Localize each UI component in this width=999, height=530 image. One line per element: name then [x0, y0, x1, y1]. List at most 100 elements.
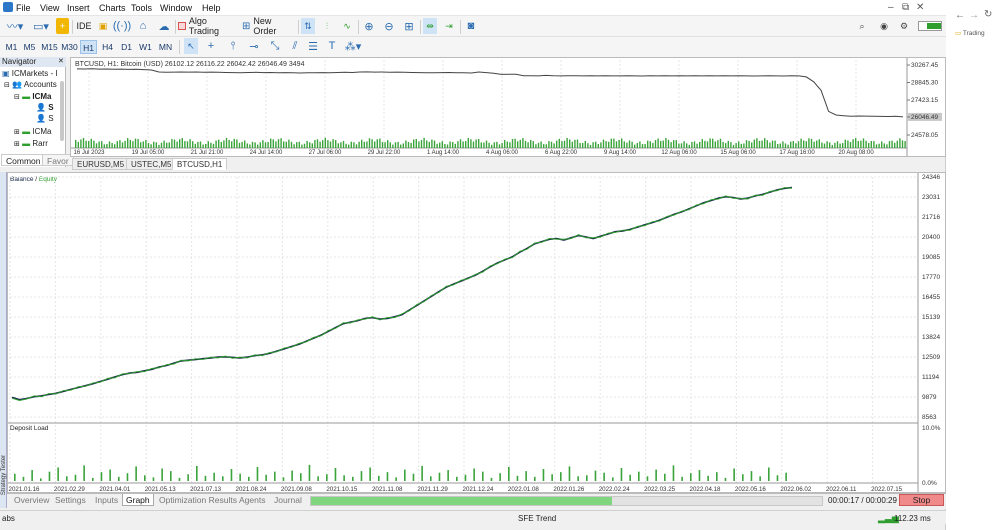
settings-icon[interactable]: ⚙ [898, 18, 910, 34]
timeframe-m30[interactable]: M30 [60, 40, 79, 54]
volume-bar [449, 141, 451, 148]
vertical-line-icon[interactable]: ⫯ [226, 38, 240, 54]
zoom-in-icon[interactable]: ⊕ [362, 18, 376, 34]
one-click-icon[interactable]: ∿ [340, 18, 354, 34]
close-icon[interactable]: ✕ [916, 2, 924, 13]
navigator-scrollbar[interactable] [60, 81, 64, 141]
market-icon[interactable]: ⌂ [136, 18, 150, 34]
nav-raw[interactable]: ⊞ ▬ Rarr [14, 139, 48, 148]
text-icon[interactable]: T [325, 38, 339, 54]
menu-tools[interactable]: Tools [131, 3, 152, 13]
menu-help[interactable]: Help [202, 3, 221, 13]
minimize-icon[interactable]: – [888, 2, 894, 13]
crosshair-icon[interactable]: + [204, 38, 218, 54]
volume-bar [452, 142, 454, 148]
elapsed-time: 00:00:17 / 00:00:29 [828, 496, 897, 505]
volume-bar [223, 140, 225, 148]
tab-graph[interactable]: Graph [122, 494, 154, 506]
signals-icon[interactable]: ((·)) [113, 18, 131, 34]
profiles-icon[interactable]: ▭▾ [29, 18, 53, 34]
nav-account-1[interactable]: ⊟ ▬ ICMa [14, 92, 51, 101]
volume-bar [132, 141, 134, 148]
timeframe-w1[interactable]: W1 [137, 40, 154, 54]
volume-bar [150, 144, 152, 148]
navigator-tab-common[interactable]: Common [1, 154, 46, 166]
nav-broker[interactable]: ▣ ICMarkets - I [2, 69, 58, 78]
cursor-icon[interactable]: ↖ [184, 38, 198, 54]
balance-axis-label: 11194 [922, 374, 939, 381]
timeframe-m15[interactable]: M15 [40, 40, 59, 54]
menu-window[interactable]: Window [160, 3, 192, 13]
account-icon[interactable]: ◉ [878, 18, 890, 34]
chart-tab-btcusd[interactable]: BTCUSD,H1 [172, 158, 228, 170]
nav-account-2[interactable]: ⊞ ▬ ICMa [14, 127, 51, 136]
deposit-load-bar [776, 475, 779, 481]
chart-type-icon[interactable]: 〰▾ [3, 18, 27, 34]
back-arrow-icon[interactable]: ← [955, 10, 965, 21]
screenshot-icon[interactable]: ◙ [464, 18, 478, 34]
new-order-button[interactable]: ⊞ New Order [242, 16, 296, 36]
nav-subitem-2[interactable]: 👤 S [36, 114, 54, 123]
chart-tab-ustec[interactable]: USTEC,M5 [126, 158, 177, 170]
new-chart-icon[interactable]: + [56, 18, 69, 34]
menu-insert[interactable]: Insert [67, 3, 90, 13]
restore-icon[interactable]: ⧉ [902, 2, 909, 13]
forward-arrow-icon[interactable]: → [969, 10, 979, 21]
auto-scroll-icon[interactable]: ⇹ [423, 18, 437, 34]
tab-optimization-results[interactable]: Optimization Results [156, 494, 240, 506]
volume-bar [797, 141, 800, 148]
menu-view[interactable]: View [40, 3, 59, 13]
refresh-icon[interactable]: ↻ [984, 9, 992, 20]
trend-line-icon[interactable]: ⤡ [268, 38, 282, 54]
volume-bar [584, 140, 586, 148]
depth-of-market-icon[interactable]: ⇅ [301, 18, 315, 34]
tab-overview[interactable]: Overview [11, 494, 52, 506]
lock-icon[interactable]: ▣ [96, 18, 110, 34]
chart-tab-eurusd[interactable]: EURUSD,M5 [72, 158, 130, 170]
fibonacci-icon[interactable]: ☰ [306, 38, 320, 54]
tester-graph[interactable]: Balance / Equity Deposit Load 24346 23031… [7, 172, 946, 493]
shapes-icon[interactable]: ⁂▾ [342, 38, 364, 54]
timeframe-h4[interactable]: H4 [99, 40, 116, 54]
stop-button[interactable]: Stop [899, 494, 944, 506]
search-icon[interactable]: ⌕ [856, 18, 868, 34]
volume-bar [379, 138, 381, 148]
timeframe-mn[interactable]: MN [156, 40, 175, 54]
trading-tab[interactable]: ▭ Trading [955, 29, 985, 37]
volume-bar [654, 140, 657, 148]
volume-bar [855, 138, 857, 148]
account-2-label: ICMa [32, 127, 52, 136]
timeframe-m5[interactable]: M5 [21, 40, 38, 54]
vps-icon[interactable]: ☁ [157, 18, 171, 34]
trade-levels-icon[interactable]: ⫶ [320, 18, 334, 34]
deposit-load-bar [187, 474, 189, 481]
volume-bar [587, 143, 589, 148]
menu-file[interactable]: File [16, 3, 31, 13]
volume-bar [665, 137, 667, 148]
timeframe-d1[interactable]: D1 [118, 40, 135, 54]
nav-accounts[interactable]: ⊟ 👥 Accounts [4, 80, 57, 89]
navigator-tab-favorites[interactable]: Favor [42, 154, 74, 166]
volume-bar [878, 143, 880, 148]
navigator-close-icon[interactable]: ✕ [58, 57, 64, 65]
subitem-1-label: S [48, 103, 54, 112]
tab-journal[interactable]: Journal [271, 494, 305, 506]
timeframe-m1[interactable]: M1 [3, 40, 20, 54]
horizontal-line-icon[interactable]: ⊸ [247, 38, 261, 54]
price-chart[interactable]: BTCUSD, H1: Bitcoin (USD) 26102.12 26116… [70, 57, 946, 157]
price-line [76, 68, 904, 118]
menu-charts[interactable]: Charts [99, 3, 126, 13]
algo-trading-button[interactable]: Algo Trading [178, 16, 238, 36]
volume-bar [865, 140, 867, 148]
volume-bar [358, 141, 360, 148]
ide-button[interactable]: IDE [76, 18, 92, 34]
tab-agents[interactable]: Agents [236, 494, 268, 506]
tab-settings[interactable]: Settings [52, 494, 89, 506]
nav-subitem-1[interactable]: 👤 S [36, 103, 54, 112]
timeframe-h1[interactable]: H1 [80, 40, 97, 54]
chart-shift-icon[interactable]: ⇥ [442, 18, 456, 34]
tile-windows-icon[interactable]: ⊞ [402, 18, 416, 34]
zoom-out-icon[interactable]: ⊖ [382, 18, 396, 34]
channel-icon[interactable]: ⫽ [288, 38, 302, 54]
tab-inputs[interactable]: Inputs [92, 494, 121, 506]
